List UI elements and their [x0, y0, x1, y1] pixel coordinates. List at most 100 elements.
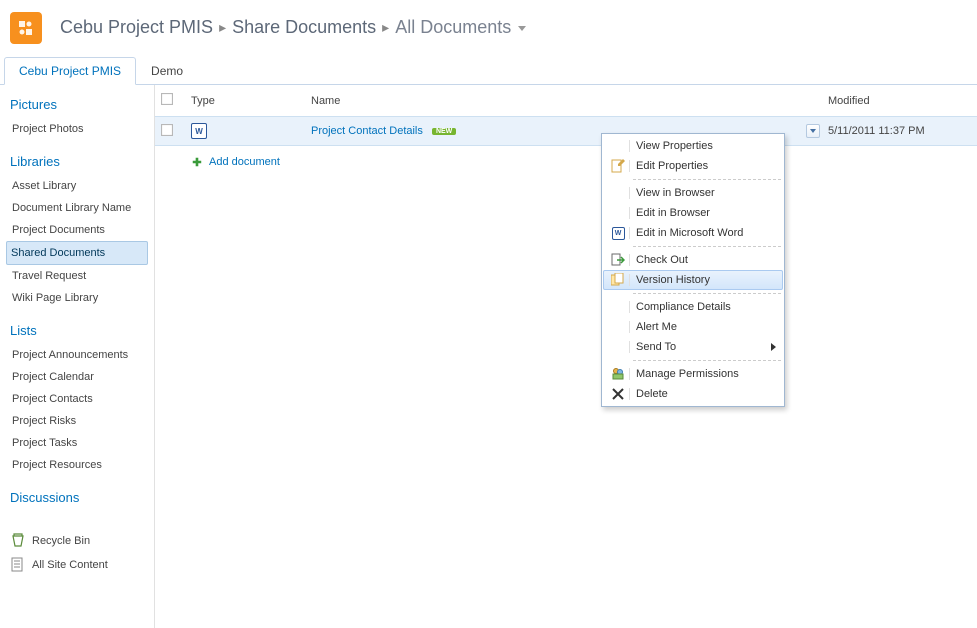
top-header: Cebu Project PMIS ▸ Share Documents ▸ Al…	[0, 0, 977, 55]
sidebar-item-project-resources[interactable]: Project Resources	[10, 454, 154, 476]
menu-view-properties[interactable]: View Properties	[603, 136, 783, 156]
delete-icon	[607, 386, 629, 402]
breadcrumb: Cebu Project PMIS ▸ Share Documents ▸ Al…	[60, 17, 526, 38]
sidebar-item-project-documents[interactable]: Project Documents	[10, 219, 154, 241]
content: Type Name Modified W Project Contact Det…	[155, 85, 977, 628]
breadcrumb-library[interactable]: Share Documents	[232, 17, 376, 38]
checkout-icon	[607, 252, 629, 268]
table-header-row: Type Name Modified	[155, 85, 977, 117]
chevron-right-icon: ▸	[382, 19, 389, 36]
menu-label: View in Browser	[636, 187, 776, 199]
menu-label: Alert Me	[636, 321, 776, 333]
blank-icon	[607, 339, 629, 355]
menu-version-history[interactable]: Version History	[603, 270, 783, 290]
sidebar-item-project-contacts[interactable]: Project Contacts	[10, 388, 154, 410]
menu-alert-me[interactable]: Alert Me	[603, 317, 783, 337]
menu-edit-in-word[interactable]: W Edit in Microsoft Word	[603, 223, 783, 243]
column-header-type[interactable]: Type	[185, 85, 305, 117]
document-name-link[interactable]: Project Contact Details	[311, 125, 423, 137]
menu-view-in-browser[interactable]: View in Browser	[603, 183, 783, 203]
word-icon: W	[607, 225, 629, 241]
menu-label: Check Out	[636, 254, 776, 266]
sidebar-item-recycle-bin[interactable]: Recycle Bin	[10, 529, 154, 553]
all-site-content-label: All Site Content	[32, 557, 108, 573]
sidebar-item-project-announcements[interactable]: Project Announcements	[10, 344, 154, 366]
menu-label: Edit in Microsoft Word	[636, 227, 776, 239]
sidebar-section-libraries[interactable]: Libraries	[10, 154, 154, 169]
select-all-header[interactable]	[155, 85, 185, 117]
menu-manage-permissions[interactable]: Manage Permissions	[603, 364, 783, 384]
sidebar-item-wiki-page-library[interactable]: Wiki Page Library	[10, 287, 154, 309]
version-history-icon	[607, 272, 629, 288]
site-logo[interactable]	[10, 12, 42, 44]
menu-edit-in-browser[interactable]: Edit in Browser	[603, 203, 783, 223]
sidebar-item-document-library-name[interactable]: Document Library Name	[10, 197, 154, 219]
new-badge: NEW	[432, 128, 456, 135]
blank-icon	[607, 319, 629, 335]
row-menu-button[interactable]	[806, 124, 820, 138]
recycle-bin-label: Recycle Bin	[32, 533, 90, 549]
sidebar-item-project-photos[interactable]: Project Photos	[10, 118, 154, 140]
chevron-down-icon	[518, 26, 526, 31]
menu-label: Edit Properties	[636, 160, 776, 172]
sidebar-item-project-tasks[interactable]: Project Tasks	[10, 432, 154, 454]
site-logo-icon	[16, 18, 36, 38]
menu-label: Edit in Browser	[636, 207, 776, 219]
sidebar: Pictures Project Photos Libraries Asset …	[0, 85, 155, 628]
page-icon	[10, 557, 26, 573]
tab-strip: Cebu Project PMIS Demo	[0, 55, 977, 85]
add-document-button[interactable]: ✚ Add document	[191, 156, 280, 168]
edit-properties-icon	[607, 158, 629, 174]
chevron-down-icon	[810, 129, 816, 133]
menu-separator	[633, 360, 781, 361]
sidebar-footer: Recycle Bin All Site Content	[10, 529, 154, 577]
blank-icon	[607, 185, 629, 201]
word-icon: W	[191, 123, 207, 139]
menu-label: Send To	[636, 341, 767, 353]
menu-compliance-details[interactable]: Compliance Details	[603, 297, 783, 317]
add-document-label: Add document	[209, 156, 280, 168]
sidebar-section-discussions[interactable]: Discussions	[10, 490, 154, 505]
column-header-modified[interactable]: Modified	[822, 85, 977, 117]
sidebar-item-travel-request[interactable]: Travel Request	[10, 265, 154, 287]
menu-label: Version History	[636, 274, 776, 286]
add-document-row: ✚ Add document	[155, 146, 977, 179]
blank-icon	[607, 138, 629, 154]
tab-site[interactable]: Cebu Project PMIS	[4, 57, 136, 85]
sidebar-section-lists[interactable]: Lists	[10, 323, 154, 338]
blank-icon	[607, 205, 629, 221]
row-checkbox[interactable]	[161, 124, 173, 136]
sidebar-item-project-risks[interactable]: Project Risks	[10, 410, 154, 432]
breadcrumb-view-label: All Documents	[395, 17, 511, 37]
sidebar-item-shared-documents[interactable]: Shared Documents	[6, 241, 148, 265]
permissions-icon	[607, 366, 629, 382]
menu-edit-properties[interactable]: Edit Properties	[603, 156, 783, 176]
main: Pictures Project Photos Libraries Asset …	[0, 85, 977, 628]
blank-icon	[607, 299, 629, 315]
menu-separator	[633, 293, 781, 294]
chevron-right-icon	[771, 343, 776, 351]
sidebar-item-asset-library[interactable]: Asset Library	[10, 175, 154, 197]
menu-separator	[633, 179, 781, 180]
table-row[interactable]: W Project Contact Details NEW 5/11/2011 …	[155, 117, 977, 146]
plus-icon: ✚	[191, 156, 203, 168]
column-header-name[interactable]: Name	[305, 85, 800, 117]
checkbox-icon[interactable]	[161, 93, 173, 105]
menu-delete[interactable]: Delete	[603, 384, 783, 404]
menu-separator	[633, 246, 781, 247]
menu-label: Delete	[636, 388, 776, 400]
breadcrumb-view[interactable]: All Documents	[395, 17, 526, 38]
recycle-bin-icon	[10, 533, 26, 549]
chevron-right-icon: ▸	[219, 19, 226, 36]
cell-modified: 5/11/2011 11:37 PM	[822, 117, 977, 146]
sidebar-item-all-site-content[interactable]: All Site Content	[10, 553, 154, 577]
menu-check-out[interactable]: Check Out	[603, 250, 783, 270]
menu-label: View Properties	[636, 140, 776, 152]
menu-label: Manage Permissions	[636, 368, 776, 380]
sidebar-item-project-calendar[interactable]: Project Calendar	[10, 366, 154, 388]
menu-send-to[interactable]: Send To	[603, 337, 783, 357]
tab-demo[interactable]: Demo	[136, 57, 198, 84]
sidebar-section-pictures[interactable]: Pictures	[10, 97, 154, 112]
breadcrumb-site[interactable]: Cebu Project PMIS	[60, 17, 213, 38]
context-menu: View Properties Edit Properties View in …	[601, 133, 785, 407]
